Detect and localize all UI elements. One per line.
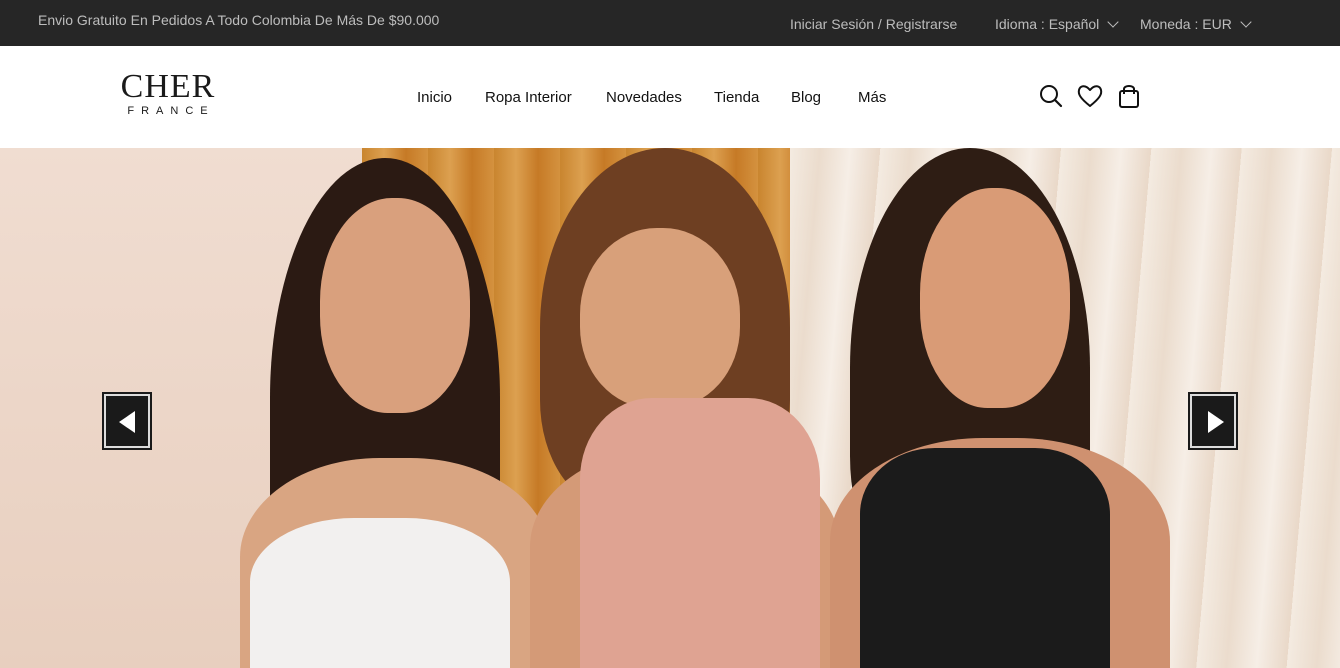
hero-carousel — [0, 148, 1340, 668]
site-header: CHER FRANCE Inicio Ropa Interior Novedad… — [0, 46, 1340, 148]
nav-item-novedades[interactable]: Novedades — [606, 89, 682, 106]
announcement-bar: Envio Gratuito En Pedidos A Todo Colombi… — [0, 0, 1340, 46]
nav-item-blog[interactable]: Blog — [791, 89, 821, 106]
heart-icon[interactable] — [1076, 82, 1103, 110]
model-center — [520, 148, 850, 668]
language-label: Idioma : Español — [995, 16, 1100, 32]
model-right — [830, 148, 1190, 668]
carousel-prev-button[interactable] — [102, 392, 152, 450]
nav-item-inicio[interactable]: Inicio — [417, 89, 452, 106]
chevron-down-icon — [1107, 16, 1119, 28]
nav-item-mas[interactable]: Más — [858, 89, 886, 106]
logo-sub-text: FRANCE — [127, 105, 215, 117]
currency-selector[interactable]: Moneda : EUR — [1140, 16, 1252, 32]
search-icon[interactable] — [1038, 82, 1064, 110]
currency-label: Moneda : EUR — [1140, 16, 1232, 32]
carousel-next-button[interactable] — [1188, 392, 1238, 450]
nav-item-tienda[interactable]: Tienda — [714, 89, 759, 106]
arrow-right-icon — [1208, 411, 1224, 433]
arrow-left-icon — [119, 411, 135, 433]
shopping-bag-icon[interactable] — [1116, 82, 1142, 110]
login-register-link[interactable]: Iniciar Sesión / Registrarse — [790, 16, 957, 32]
language-selector[interactable]: Idioma : Español — [995, 16, 1119, 32]
logo-main-text: CHER — [120, 68, 216, 105]
nav-item-ropa-interior[interactable]: Ropa Interior — [485, 89, 572, 106]
model-left — [230, 158, 550, 668]
shipping-promo: Envio Gratuito En Pedidos A Todo Colombi… — [38, 12, 440, 28]
chevron-down-icon — [1240, 16, 1252, 28]
brand-logo[interactable]: CHER FRANCE — [108, 70, 228, 118]
